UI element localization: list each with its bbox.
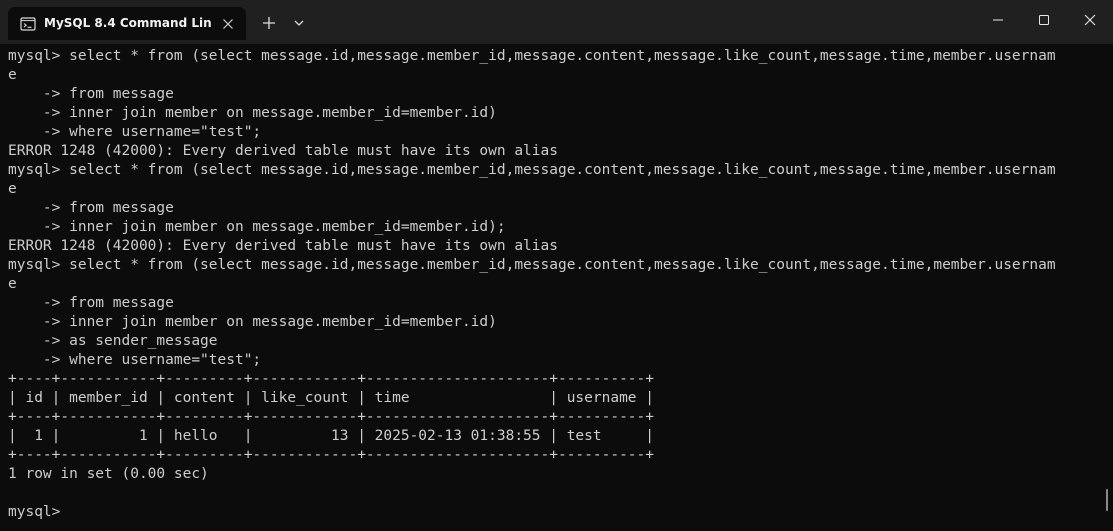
terminal-line: mysql> select * from (select message.id,… [8, 257, 1056, 273]
scrollbar-thumb[interactable] [1106, 489, 1108, 511]
tab-title: MySQL 8.4 Command Line Cli [44, 16, 212, 30]
terminal-line: -> where username="test"; [8, 352, 262, 368]
terminal-line: -> inner join member on message.member_i… [8, 219, 506, 235]
maximize-icon[interactable] [1021, 0, 1067, 40]
result-table-border: +----+-----------+---------+------------… [8, 409, 655, 425]
tab-mysql-cli[interactable]: MySQL 8.4 Command Line Cli [8, 7, 246, 40]
terminal-line: -> where username="test"; [8, 124, 262, 140]
terminal-line: -> from message [8, 86, 174, 102]
terminal-line: -> from message [8, 295, 174, 311]
close-icon[interactable] [1067, 0, 1113, 40]
terminal-line: -> inner join member on message.member_i… [8, 314, 497, 330]
terminal-line: -> from message [8, 200, 174, 216]
terminal-line: mysql> select * from (select message.id,… [8, 48, 1056, 64]
terminal-output[interactable]: mysql> select * from (select message.id,… [8, 47, 1105, 527]
result-summary: 1 row in set (0.00 sec) [8, 466, 209, 482]
result-table-header: | id | member_id | content | like_count … [8, 390, 655, 406]
plus-icon[interactable] [256, 12, 282, 34]
title-bar: MySQL 8.4 Command Line Cli [0, 0, 1113, 44]
console-icon [20, 16, 36, 32]
chevron-down-icon[interactable] [286, 12, 312, 34]
terminal-line: ERROR 1248 (42000): Every derived table … [8, 238, 558, 254]
terminal-line: e [8, 67, 17, 83]
terminal-line: mysql> select * from (select message.id,… [8, 162, 1056, 178]
terminal-line: ERROR 1248 (42000): Every derived table … [8, 143, 558, 159]
terminal-line: -> as sender_message [8, 333, 218, 349]
terminal-window: MySQL 8.4 Command Line Cli [0, 0, 1113, 531]
mysql-prompt[interactable]: mysql> [8, 503, 1105, 522]
terminal-line: e [8, 181, 17, 197]
result-table-row: | 1 | 1 | hello | 13 | 2025-02-13 01:38:… [8, 428, 655, 444]
close-tab-icon[interactable] [218, 14, 238, 34]
minimize-icon[interactable] [975, 0, 1021, 40]
result-table-border: +----+-----------+---------+------------… [8, 447, 655, 463]
result-table-border: +----+-----------+---------+------------… [8, 371, 655, 387]
terminal-line: -> inner join member on message.member_i… [8, 105, 497, 121]
terminal-line: e [8, 276, 17, 292]
